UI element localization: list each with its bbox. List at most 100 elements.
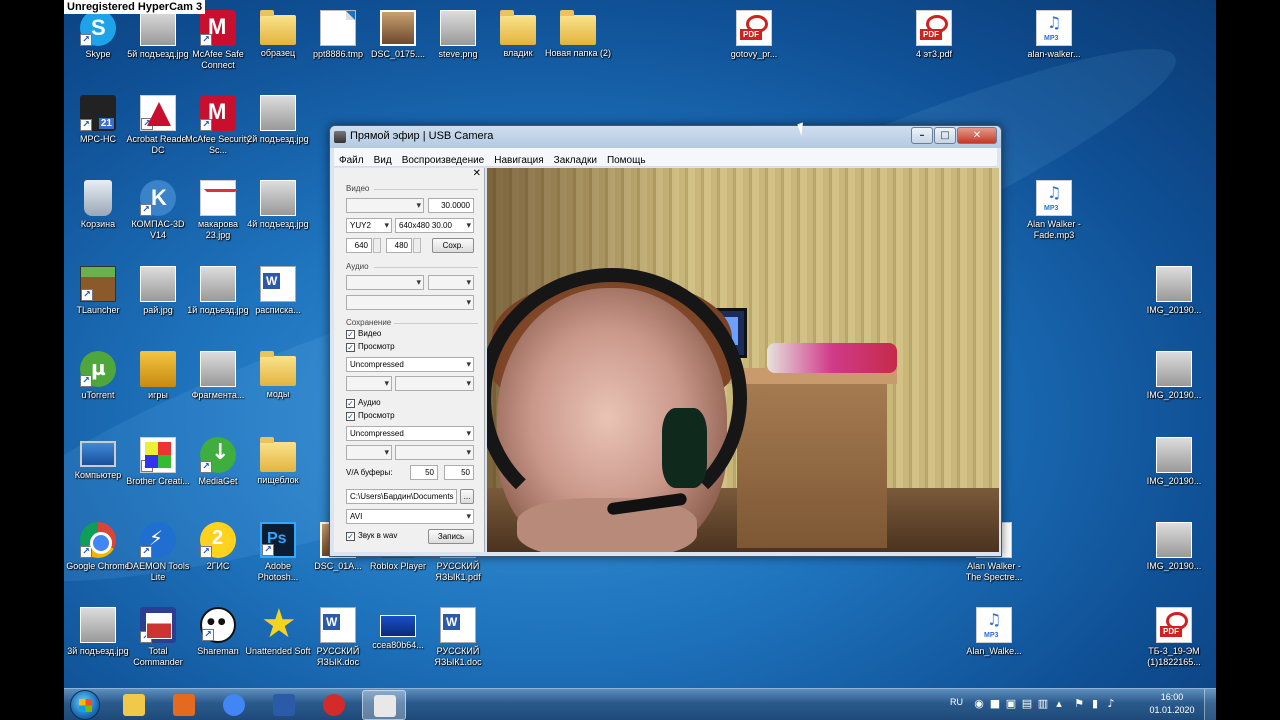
video-codec-select[interactable]: Uncompressed — [346, 357, 474, 372]
desktop-icon[interactable]: ↗ КОМПАС-3D V14 — [125, 180, 191, 241]
tray-app-icon[interactable]: ◉ — [972, 697, 986, 711]
desktop-icon[interactable]: IMG_20190... — [1141, 266, 1207, 316]
show-desktop-button[interactable] — [1204, 689, 1216, 720]
desktop-icon[interactable]: Фрагмента... — [185, 351, 251, 401]
desktop-icon[interactable]: РУССКИЙ ЯЗЫК1.doc — [425, 607, 491, 668]
clock-date[interactable]: 01.01.2020 — [1148, 705, 1196, 715]
language-indicator[interactable]: RU — [950, 697, 963, 707]
width-field[interactable]: 640 — [346, 238, 372, 253]
desktop-icon[interactable]: steve.png — [425, 10, 491, 60]
desktop-icon[interactable]: 1й подъезд.jpg — [185, 266, 251, 316]
start-button[interactable] — [70, 690, 100, 720]
desktop-icon[interactable]: 3й подъезд.jpg — [65, 607, 131, 657]
desktop-icon[interactable]: alan-walker... — [1021, 10, 1087, 60]
audio-codec-select[interactable]: Uncompressed — [346, 426, 474, 441]
desktop-icon[interactable]: ppt8886.tmp — [305, 10, 371, 60]
taskbar-media-player[interactable] — [162, 690, 206, 720]
desktop-icon[interactable]: РУССКИЙ ЯЗЫК.doc — [305, 607, 371, 668]
desktop-icon[interactable]: 4 эт3.pdf — [901, 10, 967, 60]
audio-preview-checkbox[interactable]: ✓ Просмотр — [346, 411, 395, 421]
wav-checkbox[interactable]: ✓ Звук в wav — [346, 531, 397, 541]
desktop-icon[interactable]: ↗ DAEMON Tools Lite — [125, 522, 191, 583]
format-select[interactable]: YUY2 — [346, 218, 392, 233]
desktop-icon[interactable]: ↗ Total Commander — [125, 607, 191, 668]
desktop-icon[interactable]: ↗ uTorrent — [65, 351, 131, 401]
desktop-icon[interactable]: IMG_20190... — [1141, 437, 1207, 487]
desktop-icon[interactable]: Корзина — [65, 180, 131, 230]
desktop-icon[interactable]: ↗ 2ГИС — [185, 522, 251, 572]
desktop-icon[interactable]: ↗ MPC-HC — [65, 95, 131, 145]
window-titlebar[interactable]: Прямой эфир | USB Camera – □ ✕ — [330, 126, 1001, 148]
preview-checkbox[interactable]: ✓ Просмотр — [346, 342, 395, 352]
audio-codec-config-select[interactable] — [395, 445, 474, 460]
desktop-icon[interactable]: DSC_0175.... — [365, 10, 431, 60]
desktop-icon[interactable]: ↗ Adobe Photosh... — [245, 522, 311, 583]
tray-app-icon[interactable]: ▤ — [1020, 697, 1034, 711]
taskbar-hypercam[interactable] — [312, 690, 356, 720]
desktop-icon[interactable]: Компьютер — [65, 437, 131, 481]
audio-device-select[interactable] — [346, 275, 424, 290]
tray-app-icon[interactable]: ▣ — [1004, 697, 1018, 711]
minimize-button[interactable]: – — [911, 127, 933, 144]
desktop-icon[interactable]: Alan_Walke... — [961, 607, 1027, 657]
tray-app-icon[interactable]: ■ — [988, 697, 1002, 711]
maximize-button[interactable]: □ — [934, 127, 956, 144]
camera-window[interactable]: Прямой эфир | USB Camera – □ ✕ Файл Вид Во… — [329, 125, 1002, 557]
container-select[interactable]: AVI — [346, 509, 474, 524]
desktop-icon[interactable]: ccea80b64... — [365, 607, 431, 651]
desktop-icon[interactable]: ↗ TLauncher — [65, 266, 131, 316]
desktop-icon[interactable]: Unattended Soft — [245, 601, 311, 657]
desktop-icon[interactable]: макарова 23.jpg — [185, 180, 251, 241]
desktop-icon[interactable]: ↗ Skype — [65, 10, 131, 60]
desktop-icon[interactable]: расписка... — [245, 266, 311, 316]
panel-close-icon[interactable]: ✕ — [473, 168, 481, 179]
tray-expand-icon[interactable]: ▴ — [1052, 697, 1066, 711]
desktop-icon[interactable]: IMG_20190... — [1141, 351, 1207, 401]
output-path-field[interactable]: C:\Users\Бардин\Documents — [346, 489, 457, 504]
taskbar-explorer[interactable] — [112, 690, 156, 720]
desktop-icon[interactable]: 5й подъезд.jpg — [125, 10, 191, 60]
desktop-icon[interactable]: ↗ Brother Creati... — [125, 437, 191, 487]
height-field[interactable]: 480 — [386, 238, 412, 253]
video-buffer-field[interactable]: 50 — [410, 465, 438, 480]
desktop-icon[interactable]: ↗ Google Chrome — [65, 522, 131, 572]
desktop-icon[interactable]: ТБ-3_19-ЭМ (1)1822165... — [1141, 607, 1207, 668]
desktop-icon[interactable]: ↗ Shareman — [185, 607, 251, 657]
browse-button[interactable]: ... — [460, 489, 474, 504]
desktop-icon[interactable]: Alan Walker - Fade.mp3 — [1021, 180, 1087, 241]
taskbar-word[interactable] — [262, 690, 306, 720]
taskbar-chrome[interactable] — [212, 690, 256, 720]
resolution-select[interactable]: 640x480 30.00 — [395, 218, 474, 233]
video-device-select[interactable] — [346, 198, 424, 213]
audio-format-select[interactable] — [428, 275, 474, 290]
clock-time[interactable]: 16:00 — [1148, 692, 1196, 702]
desktop-icon[interactable]: образец — [245, 10, 311, 59]
desktop-icon[interactable]: владик — [485, 10, 551, 59]
width-spinner[interactable] — [373, 238, 381, 253]
fps-field[interactable]: 30.0000 — [428, 198, 474, 213]
desktop-icon[interactable]: ↗ McAfee Safe Connect — [185, 10, 251, 71]
volume-icon[interactable]: ♪ — [1104, 697, 1118, 711]
desktop-icon[interactable]: 2й подъезд.jpg — [245, 95, 311, 145]
desktop-icon[interactable]: IMG_20190... — [1141, 522, 1207, 572]
action-center-icon[interactable]: ⚑ — [1072, 697, 1086, 711]
desktop-icon[interactable]: gotovy_pr... — [721, 10, 787, 60]
desktop-icon[interactable]: ↗ Acrobat Reader DC — [125, 95, 191, 156]
video-checkbox[interactable]: ✓ Видео — [346, 329, 381, 339]
desktop-icon[interactable]: ↗ McAfee Security Sc... — [185, 95, 251, 156]
desktop-icon[interactable]: 4й подъезд.jpg — [245, 180, 311, 230]
desktop-icon[interactable]: пищеблок — [245, 437, 311, 486]
tray-app-icon[interactable]: ▥ — [1036, 697, 1050, 711]
save-format-button[interactable]: Сохр. — [432, 238, 474, 253]
record-button[interactable]: Запись — [428, 529, 474, 544]
video-codec-config-select[interactable] — [395, 376, 474, 391]
desktop-icon[interactable]: рай.jpg — [125, 266, 191, 316]
desktop-icon[interactable]: ↗ MediaGet — [185, 437, 251, 487]
audio-buffer-field[interactable]: 50 — [444, 465, 474, 480]
taskbar-camera-app[interactable] — [362, 690, 406, 720]
close-button[interactable]: ✕ — [957, 127, 997, 144]
audio-checkbox[interactable]: ✓ Аудио — [346, 398, 381, 408]
height-spinner[interactable] — [413, 238, 421, 253]
network-icon[interactable]: ▮ — [1088, 697, 1102, 711]
audio-input-select[interactable] — [346, 295, 474, 310]
